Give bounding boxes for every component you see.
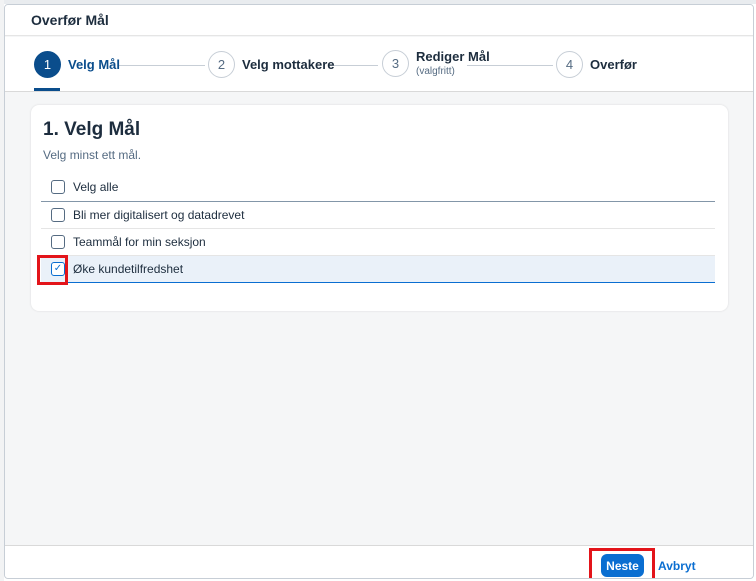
goal-checkbox[interactable] (51, 235, 65, 249)
step-1-select-goals[interactable]: 1 Velg Mål (34, 51, 120, 78)
dialog-title: Overfør Mål (31, 12, 109, 28)
highlight-annotation (589, 548, 655, 578)
select-all-label: Velg alle (73, 180, 119, 194)
step-connector (330, 65, 378, 66)
list-item[interactable]: Bli mer digitalisert og datadrevet (41, 202, 715, 229)
step-number-circle: 3 (382, 49, 409, 77)
step-label: Velg Mål (68, 57, 121, 72)
step-number-circle: 2 (208, 51, 235, 78)
step-number-circle: 1 (34, 51, 61, 78)
step-label: Velg mottakere (242, 57, 335, 72)
dialog-footer: Neste Avbryt (5, 545, 753, 578)
step-sublabel: (valgfritt) (416, 66, 455, 77)
cancel-button[interactable]: Avbryt (658, 554, 696, 577)
list-item[interactable]: Teammål for min seksjon (41, 229, 715, 256)
highlight-annotation (37, 255, 68, 285)
step-3-edit-goals[interactable]: 3 Rediger Mål (valgfritt) (382, 49, 490, 77)
section-instruction: Velg minst ett mål. (43, 148, 142, 162)
wizard-stepper: 1 Velg Mål 2 Velg mottakere 3 Rediger Må… (5, 37, 753, 92)
goal-label: Teammål for min seksjon (73, 235, 206, 249)
step-label: Rediger Mål (416, 49, 490, 64)
active-step-indicator (34, 88, 60, 91)
select-all-checkbox[interactable] (51, 180, 65, 194)
goal-label: Bli mer digitalisert og datadrevet (73, 208, 245, 222)
section-title: 1. Velg Mål (43, 119, 141, 140)
list-item-selected[interactable]: ✓ Øke kundetilfredshet (37, 255, 715, 285)
select-all-row[interactable]: Velg alle (41, 173, 715, 202)
goal-label: Øke kundetilfredshet (73, 262, 184, 276)
step-2-select-recipients[interactable]: 2 Velg mottakere (208, 51, 335, 78)
step-4-transfer[interactable]: 4 Overfør (556, 51, 637, 78)
goal-list: Velg alle Bli mer digitalisert og datadr… (37, 173, 715, 285)
dialog-header: Overfør Mål (5, 5, 753, 36)
select-goals-card: 1. Velg Mål Velg minst ett mål. Velg all… (31, 105, 728, 311)
step-number-circle: 4 (556, 51, 583, 78)
transfer-goals-dialog: Overfør Mål 1 Velg Mål 2 Velg mottakere … (4, 4, 754, 579)
step-connector (119, 65, 205, 66)
goal-checkbox[interactable] (51, 208, 65, 222)
step-label: Overfør (590, 57, 637, 72)
